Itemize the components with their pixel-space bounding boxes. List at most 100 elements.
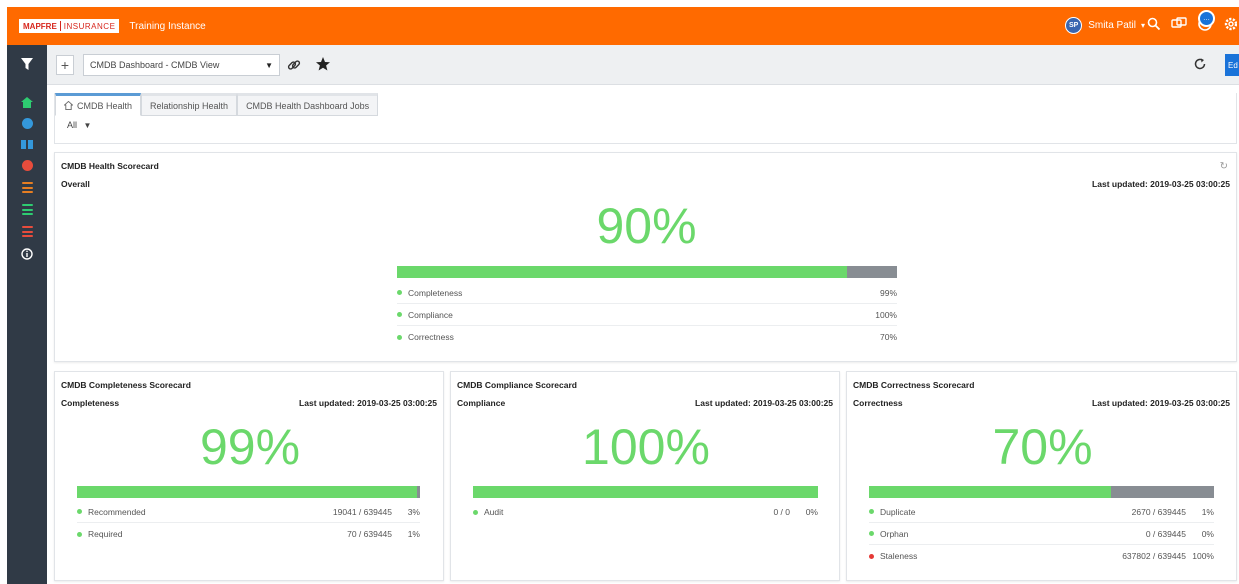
user-name: Smita Patil: [1088, 20, 1136, 31]
logo-divider: [59, 21, 61, 31]
correctness-scorecard-card: CMDB Correctness Scorecard Correctness L…: [846, 371, 1237, 581]
last-updated: Last updated: 2019-03-25 03:00:25: [695, 398, 833, 408]
home-icon: [64, 101, 73, 110]
metric-label: Duplicate: [880, 506, 916, 517]
list-icon[interactable]: [7, 182, 47, 193]
card-title: CMDB Completeness Scorecard: [61, 380, 191, 390]
refresh-icon[interactable]: ↻: [1220, 161, 1228, 172]
help-icon[interactable]: [7, 118, 47, 129]
tab-relationship-health[interactable]: Relationship Health: [141, 93, 238, 116]
progress-fill: [77, 486, 417, 498]
add-dashboard-button[interactable]: +: [56, 55, 74, 75]
metric-label: Correctness: [408, 332, 454, 342]
progress-fill: [473, 486, 818, 498]
list-icon[interactable]: [7, 204, 47, 215]
edit-button[interactable]: Ed: [1225, 54, 1239, 76]
list-item[interactable]: Compliance 100%: [397, 304, 897, 326]
list-item[interactable]: Recommended 19041 / 639445 3%: [77, 501, 420, 523]
logo-product: INSURANCE: [63, 21, 116, 31]
card-title: CMDB Correctness Scorecard: [853, 380, 975, 390]
progress-fill: [397, 266, 847, 278]
list-item[interactable]: Orphan 0 / 639445 0%: [869, 523, 1214, 545]
logo-brand: MAPFRE: [23, 21, 57, 31]
metric-label: Compliance: [408, 309, 453, 320]
chevron-down-icon: ▾: [1140, 21, 1145, 30]
list-item[interactable]: Staleness 637802 / 639445 100%: [869, 545, 1214, 567]
list-item[interactable]: Completeness 99%: [397, 282, 897, 304]
status-dot: [77, 509, 82, 514]
status-dot: [869, 531, 874, 536]
metric-label: Recommended: [88, 506, 146, 517]
metric-value: 0 / 639445: [1145, 528, 1186, 539]
card-subtitle: Completeness: [61, 398, 120, 408]
chat-icon[interactable]: [1171, 17, 1187, 31]
status-dot: [473, 509, 478, 515]
tab-cmdb-health[interactable]: CMDB Health: [55, 93, 142, 116]
tab-health-dashboard-jobs[interactable]: CMDB Health Dashboard Jobs: [237, 93, 379, 116]
metric-value: 99%: [879, 287, 897, 298]
metric-percent: 3%: [407, 506, 420, 517]
progress-fill: [869, 486, 1111, 498]
metric-value: 2670 / 639445: [1131, 506, 1186, 517]
alert-icon[interactable]: [7, 160, 47, 171]
list-item[interactable]: Correctness 70%: [397, 326, 897, 348]
health-scorecard-card: CMDB Health Scorecard ↻ Overall Last upd…: [54, 152, 1237, 362]
list-item[interactable]: Audit 0 / 0 0%: [473, 501, 818, 523]
status-dot: [397, 334, 402, 340]
notifications-icon[interactable]: …: [1197, 10, 1215, 32]
tab-label: CMDB Health: [77, 100, 133, 111]
correctness-progress-bar: [869, 486, 1214, 498]
filter-value: All: [67, 120, 78, 130]
metric-value: 70 / 639445: [347, 529, 392, 539]
metric-percent: 100%: [1192, 551, 1214, 561]
link-icon[interactable]: [286, 57, 302, 78]
company-logo[interactable]: MAPFRE INSURANCE: [19, 19, 120, 33]
status-dot: [77, 531, 82, 537]
metric-label: Orphan: [880, 528, 909, 539]
card-subtitle: Overall: [61, 179, 90, 189]
notification-badge: …: [1198, 10, 1215, 27]
overall-percent: 90%: [596, 198, 697, 254]
metric-percent: 0%: [1201, 528, 1214, 539]
chevron-down-icon: ▼: [83, 121, 92, 130]
compliance-scorecard-card: CMDB Compliance Scorecard Compliance Las…: [450, 371, 840, 581]
metric-percent: 1%: [407, 529, 420, 539]
metric-label: Staleness: [880, 551, 918, 561]
filter-icon[interactable]: [7, 57, 47, 71]
star-icon[interactable]: [315, 56, 331, 77]
last-updated: Last updated: 2019-03-25 03:00:25: [1092, 179, 1230, 189]
dashboard-select-value: CMDB Dashboard - CMDB View: [90, 60, 220, 70]
user-menu[interactable]: SP Smita Patil ▾: [1065, 17, 1145, 34]
filter-dropdown[interactable]: All ▼: [67, 120, 91, 130]
avatar: SP: [1065, 17, 1083, 34]
dashboard-select[interactable]: CMDB Dashboard - CMDB View ▼: [83, 54, 280, 76]
completeness-percent: 99%: [199, 419, 301, 475]
last-updated: Last updated: 2019-03-25 03:00:25: [299, 398, 437, 408]
info-icon[interactable]: [7, 248, 47, 260]
top-banner: MAPFRE INSURANCE Training Instance SP Sm…: [7, 7, 1239, 45]
instance-name: Training Instance: [129, 20, 206, 32]
card-subtitle: Correctness: [853, 398, 903, 408]
card-subtitle: Compliance: [457, 398, 506, 408]
status-dot: [397, 290, 402, 295]
metric-percent: 1%: [1201, 506, 1214, 517]
metric-label: Audit: [484, 507, 504, 517]
list-item[interactable]: Required 70 / 639445 1%: [77, 523, 420, 545]
list-item[interactable]: Duplicate 2670 / 639445 1%: [869, 501, 1214, 523]
tab-bar: CMDB Health Relationship Health CMDB Hea…: [55, 93, 379, 116]
home-icon[interactable]: [7, 97, 47, 108]
gear-icon[interactable]: [1223, 16, 1237, 32]
book-icon[interactable]: [7, 139, 47, 150]
chevron-down-icon: ▼: [265, 60, 273, 70]
left-navigation: [7, 45, 47, 584]
last-updated: Last updated: 2019-03-25 03:00:25: [1092, 398, 1230, 408]
refresh-icon[interactable]: [1193, 57, 1207, 76]
list-icon[interactable]: [7, 226, 47, 237]
tab-label: CMDB Health Dashboard Jobs: [246, 100, 370, 111]
dashboard-toolbar: + CMDB Dashboard - CMDB View ▼ Ed: [47, 45, 1239, 85]
search-icon[interactable]: [1147, 17, 1161, 31]
metric-percent: 0%: [805, 507, 818, 517]
completeness-scorecard-card: CMDB Completeness Scorecard Completeness…: [54, 371, 444, 581]
header-actions: …: [1147, 10, 1237, 32]
metric-value: 637802 / 639445: [1122, 551, 1186, 561]
